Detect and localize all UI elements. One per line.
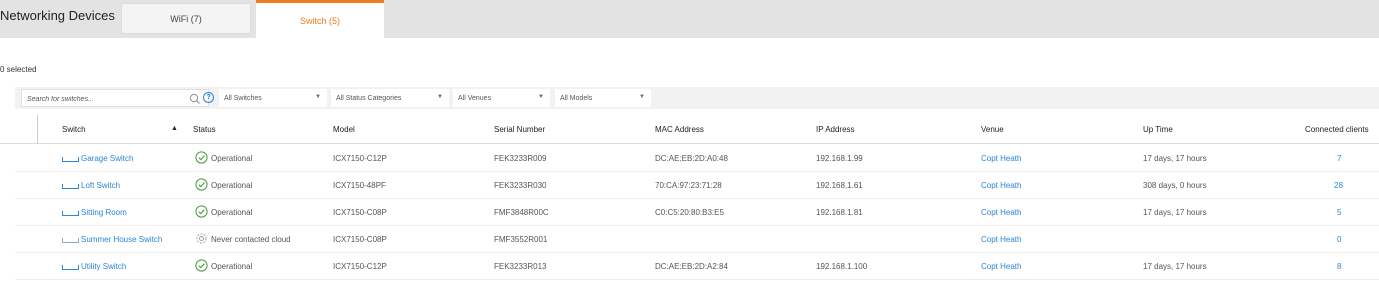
model-cell: ICX7150-C08P (333, 235, 387, 244)
chevron-down-icon: ▼ (639, 94, 645, 100)
switch-name-link[interactable]: Sitting Room (81, 208, 127, 217)
serial-cell: FEK3233R030 (494, 181, 547, 190)
venue-link[interactable]: Copt Heath (981, 262, 1021, 271)
column-header-status[interactable]: Status (193, 125, 216, 134)
selected-count: 0 selected (0, 65, 37, 74)
venue-link[interactable]: Copt Heath (981, 208, 1021, 217)
help-icon[interactable]: ? (203, 92, 214, 103)
switch-name-link[interactable]: Loft Switch (81, 181, 120, 190)
top-bar: Networking Devices WiFi (7) Switch (5) (0, 0, 1379, 38)
venue-link[interactable]: Copt Heath (981, 235, 1021, 244)
serial-cell: FEK3233R009 (494, 154, 547, 163)
switch-device-icon (62, 211, 79, 216)
switch-device-icon (62, 265, 79, 270)
ip-cell: 192.168.1.99 (816, 154, 863, 163)
status-text: Operational (211, 154, 253, 163)
search-icon[interactable] (189, 93, 201, 105)
model-cell: ICX7150-C12P (333, 262, 387, 271)
status-filter-value: All Status Categories (336, 94, 402, 102)
clients-link[interactable]: 8 (1337, 262, 1341, 271)
clients-link[interactable]: 5 (1337, 208, 1341, 217)
table-row[interactable]: Utility Switch Operational ICX7150-C12P … (15, 253, 1379, 280)
status-text: Operational (211, 262, 253, 271)
chevron-down-icon: ▼ (315, 94, 321, 100)
column-header-uptime[interactable]: Up Time (1143, 125, 1173, 134)
switch-filter-select[interactable]: All Switches ▼ (219, 89, 327, 107)
clients-link[interactable]: 0 (1337, 235, 1341, 244)
mac-cell: DC:AE:EB:2D:A0:48 (655, 154, 728, 163)
mac-cell: C0:C5:20:80:B3:E5 (655, 208, 724, 217)
page-title: Networking Devices (0, 8, 115, 23)
column-header-model[interactable]: Model (333, 125, 355, 134)
gear-icon (196, 233, 207, 244)
venue-link[interactable]: Copt Heath (981, 154, 1021, 163)
ip-cell: 192.168.1.61 (816, 181, 863, 190)
switch-filter-value: All Switches (224, 94, 262, 102)
uptime-cell: 17 days, 17 hours (1143, 154, 1207, 163)
column-header-serial[interactable]: Serial Number (494, 125, 545, 134)
venue-link[interactable]: Copt Heath (981, 181, 1021, 190)
serial-cell: FEK3233R013 (494, 262, 547, 271)
table-row[interactable]: Sitting Room Operational ICX7150-C08P FM… (15, 199, 1379, 226)
uptime-cell: 17 days, 17 hours (1143, 262, 1207, 271)
switch-device-icon (62, 238, 79, 243)
model-cell: ICX7150-C08P (333, 208, 387, 217)
status-filter-select[interactable]: All Status Categories ▼ (331, 89, 449, 107)
uptime-cell: 308 days, 0 hours (1143, 181, 1207, 190)
search-input[interactable] (27, 93, 177, 105)
table-row[interactable]: Loft Switch Operational ICX7150-48PF FEK… (15, 172, 1379, 199)
tab-switch[interactable]: Switch (5) (256, 0, 384, 38)
clients-link[interactable]: 7 (1337, 154, 1341, 163)
check-circle-icon (195, 259, 208, 272)
switch-name-link[interactable]: Garage Switch (81, 154, 133, 163)
model-cell: ICX7150-48PF (333, 181, 386, 190)
column-header-mac[interactable]: MAC Address (655, 125, 704, 134)
venue-filter-select[interactable]: All Venues ▼ (453, 89, 550, 107)
status-text: Operational (211, 208, 253, 217)
chevron-down-icon: ▼ (437, 94, 443, 100)
serial-cell: FMF3848R00C (494, 208, 549, 217)
switch-device-icon (62, 184, 79, 189)
check-circle-icon (195, 205, 208, 218)
check-circle-icon (195, 178, 208, 191)
column-divider (37, 115, 38, 144)
model-filter-select[interactable]: All Models ▼ (555, 89, 651, 107)
status-text: Operational (211, 181, 253, 190)
venue-filter-value: All Venues (458, 94, 492, 102)
clients-link[interactable]: 28 (1334, 181, 1343, 190)
mac-cell: 70:CA:97:23:71:28 (655, 181, 722, 190)
model-filter-value: All Models (560, 94, 593, 102)
switch-device-icon (62, 157, 79, 162)
switch-name-link[interactable]: Utility Switch (81, 262, 126, 271)
tab-wifi[interactable]: WiFi (7) (121, 3, 251, 34)
column-header-venue[interactable]: Venue (981, 125, 1004, 134)
table-header: Switch ▲ Status Model Serial Number MAC … (0, 115, 1379, 144)
table-row[interactable]: Garage Switch Operational ICX7150-C12P F… (15, 145, 1379, 172)
ip-cell: 192.168.1.81 (816, 208, 863, 217)
mac-cell: DC:AE:EB:2D:A2:84 (655, 262, 728, 271)
sort-ascending-icon[interactable]: ▲ (171, 125, 178, 132)
ip-cell: 192.168.1.100 (816, 262, 868, 271)
uptime-cell: 17 days, 17 hours (1143, 208, 1207, 217)
serial-cell: FMF3552R001 (494, 235, 548, 244)
column-header-clients[interactable]: Connected clients (1305, 125, 1369, 134)
table-row[interactable]: Summer House Switch Never contacted clou… (15, 226, 1379, 253)
column-header-switch[interactable]: Switch (62, 125, 86, 134)
search-box (21, 89, 209, 107)
status-text: Never contacted cloud (211, 235, 291, 244)
filter-bar: ? All Switches ▼ All Status Categories ▼… (15, 87, 1379, 109)
check-circle-icon (195, 151, 208, 164)
model-cell: ICX7150-C12P (333, 154, 387, 163)
switch-name-link[interactable]: Summer House Switch (81, 235, 162, 244)
column-header-ip[interactable]: IP Address (816, 125, 855, 134)
chevron-down-icon: ▼ (538, 94, 544, 100)
